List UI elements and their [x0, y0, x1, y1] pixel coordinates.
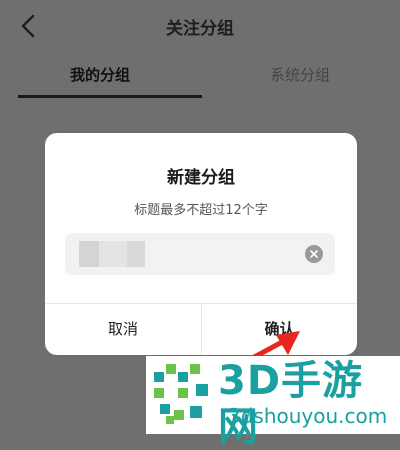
new-group-dialog: 新建分组 标题最多不超过12个字 取消 确认 [45, 133, 357, 355]
screen: 关注分组 我的分组 系统分组 新建分组 标题最多不超过12个字 取消 确认 3D… [0, 0, 400, 450]
tab-bar: 我的分组 系统分组 [0, 58, 400, 98]
tab-my-groups[interactable]: 我的分组 [0, 58, 200, 98]
tab-system-groups[interactable]: 系统分组 [200, 58, 400, 98]
watermark-url-text: 3dshouyou.com [228, 404, 388, 428]
clear-circle-icon [310, 250, 318, 258]
page-title: 关注分组 [166, 19, 234, 39]
watermark: 3D手游网 3dshouyou.com [146, 356, 400, 450]
cancel-button[interactable]: 取消 [45, 304, 201, 355]
top-header: 关注分组 [0, 0, 400, 52]
dialog-title: 新建分组 [167, 168, 235, 188]
clear-input-button[interactable] [305, 245, 323, 263]
dialog-subtitle: 标题最多不超过12个字 [134, 203, 268, 218]
group-name-input[interactable] [65, 233, 295, 275]
active-tab-indicator [18, 95, 202, 98]
brand-logo-icon [154, 364, 208, 424]
group-name-input-container [65, 233, 335, 275]
